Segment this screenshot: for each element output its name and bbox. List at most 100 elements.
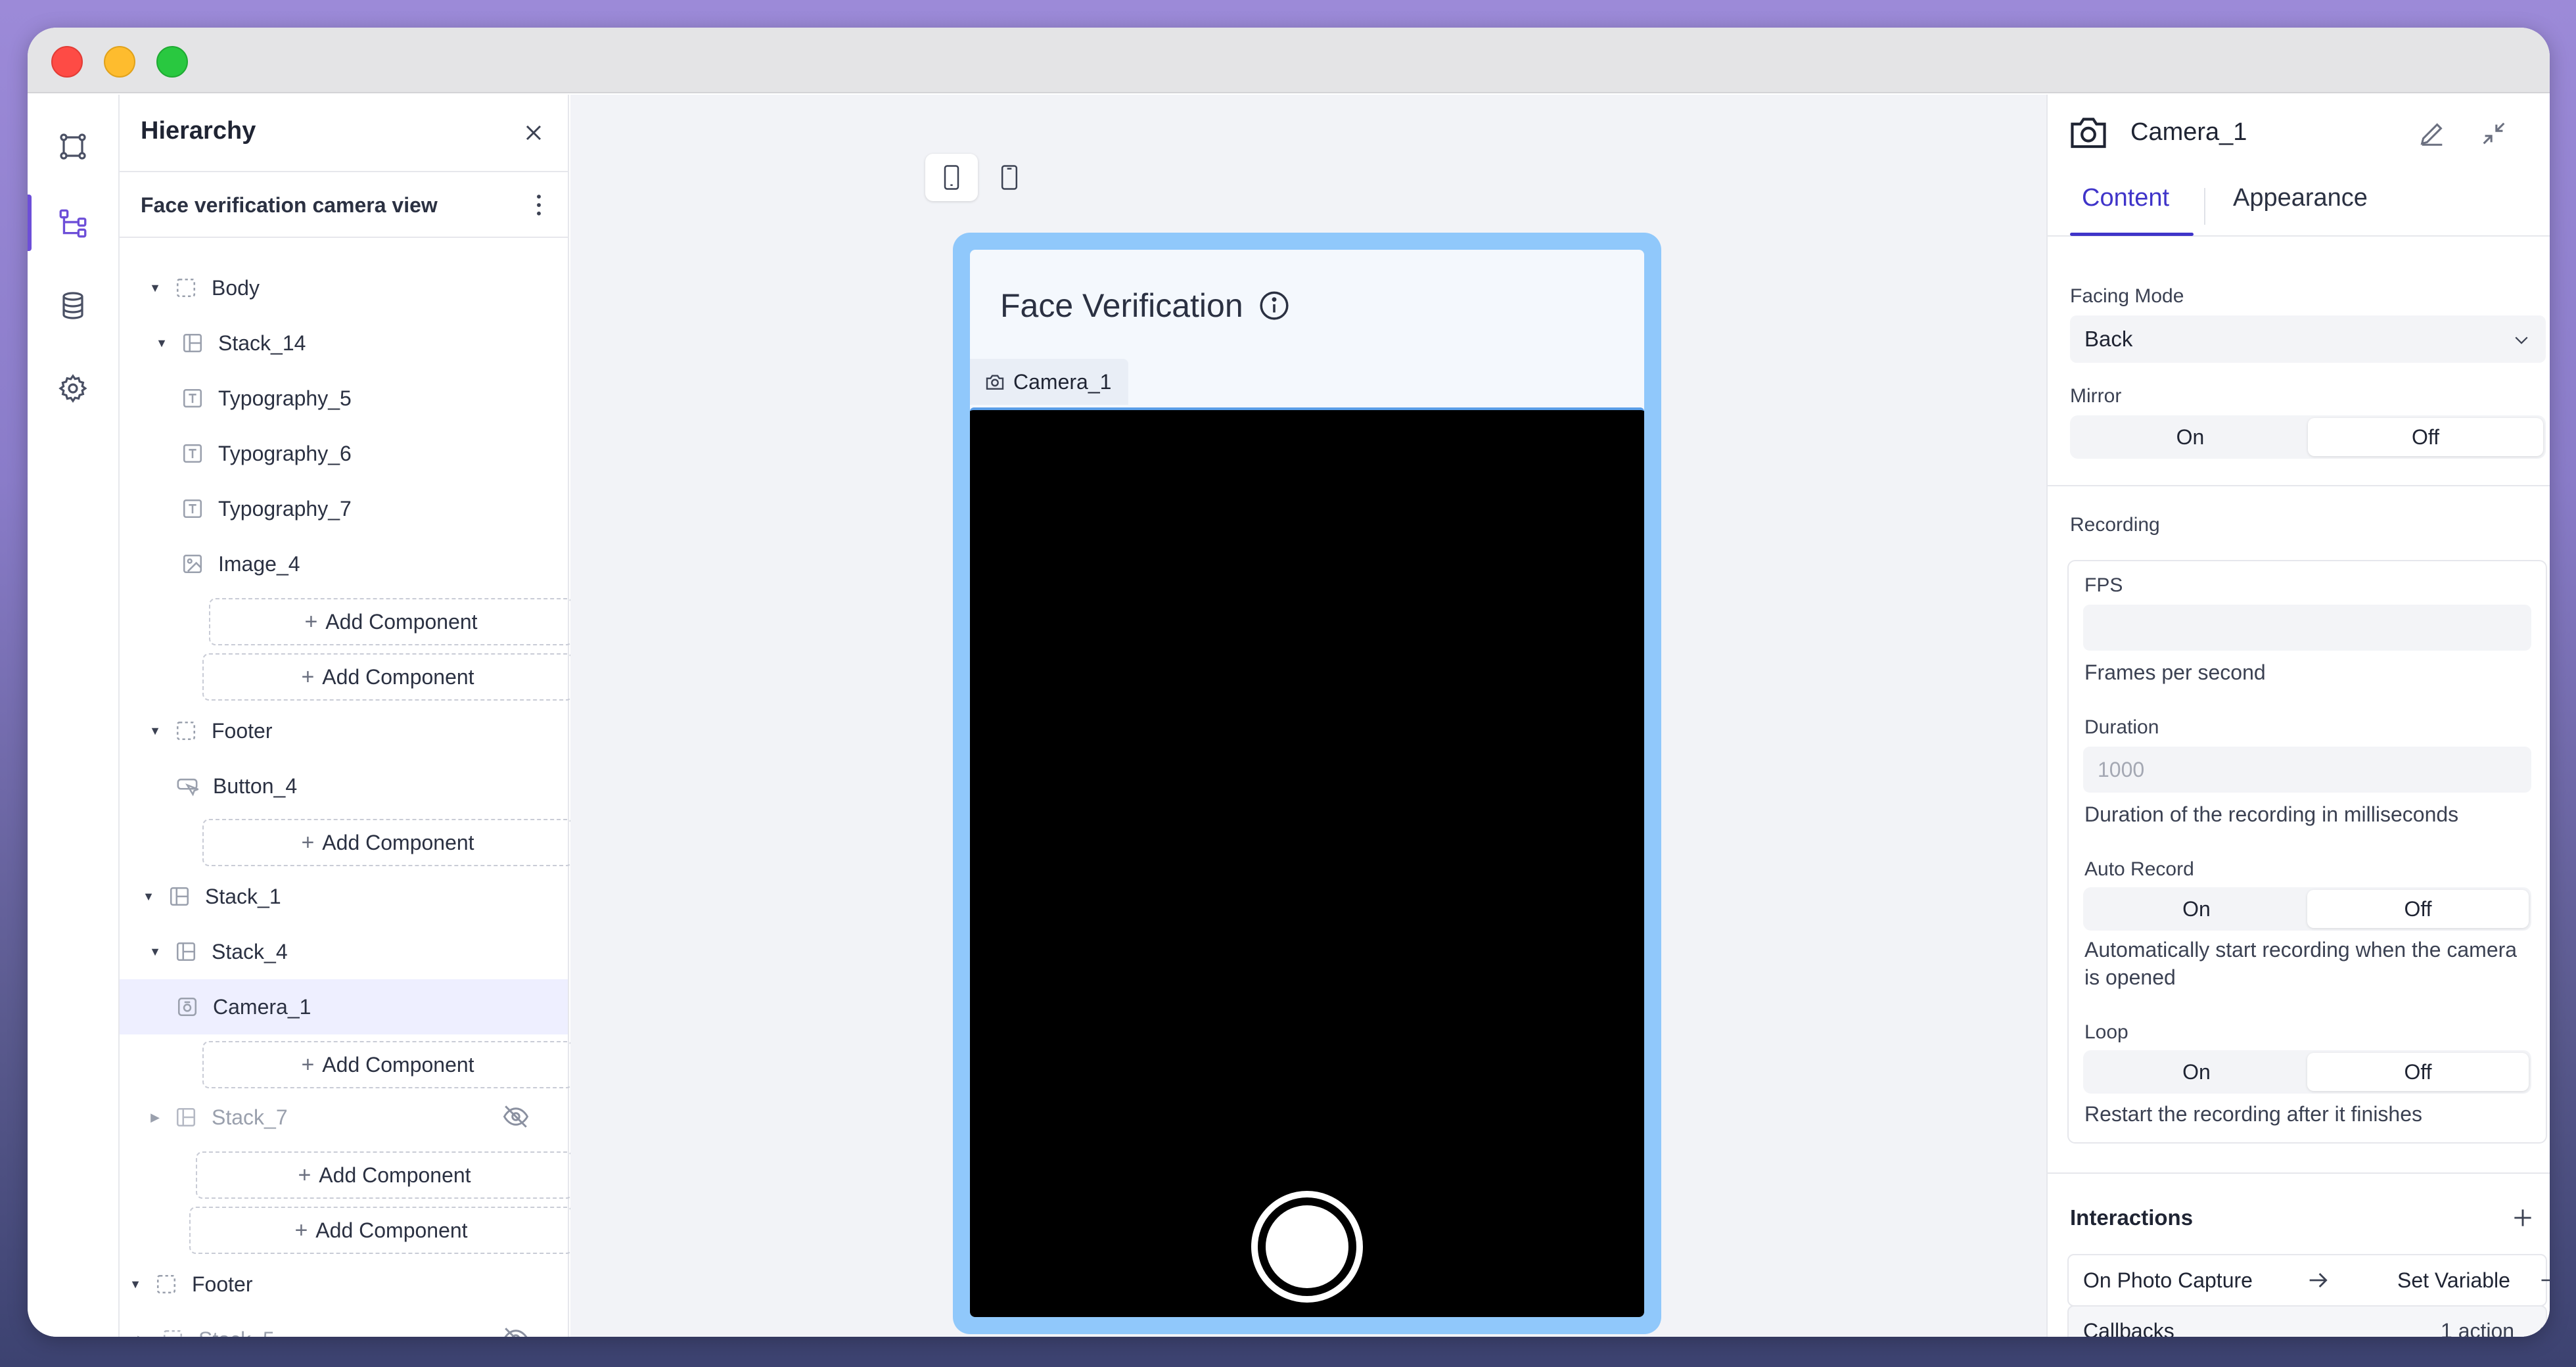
- icon-rail: [28, 95, 120, 1337]
- interaction-row[interactable]: On Photo Capture Set Variable: [2067, 1254, 2550, 1307]
- tab-divider: [2204, 188, 2205, 225]
- close-icon[interactable]: [520, 120, 547, 146]
- shutter-button[interactable]: [1251, 1191, 1363, 1303]
- plus-icon: +: [301, 1052, 315, 1077]
- tree-node-stack-5[interactable]: ▶ Stack_5: [120, 1312, 568, 1337]
- divider: [2048, 1172, 2550, 1174]
- close-window-button[interactable]: [51, 46, 83, 78]
- tree-node-stack-7[interactable]: ▶ Stack_7: [120, 1090, 568, 1145]
- interaction-action: Set Variable: [2397, 1268, 2510, 1292]
- tree-node-body[interactable]: ▼ Body: [120, 260, 568, 315]
- auto-record-off-option[interactable]: Off: [2307, 890, 2529, 928]
- button-cursor-icon: [175, 774, 200, 799]
- loop-label: Loop: [2084, 1021, 2128, 1043]
- loop-help-text: Restart the recording after it finishes: [2084, 1102, 2423, 1126]
- add-component-button[interactable]: + Add Component: [209, 598, 573, 645]
- add-interaction-plus-icon[interactable]: [2510, 1205, 2535, 1230]
- tab-appearance[interactable]: Appearance: [2233, 184, 2368, 212]
- screen-title[interactable]: Face Verification: [1000, 287, 1291, 325]
- plus-icon: +: [304, 609, 318, 634]
- phone-preview: Face Verification Camera_1: [953, 233, 1661, 1334]
- tablet-device-button[interactable]: [983, 154, 1036, 201]
- add-component-button[interactable]: + Add Component: [189, 1207, 573, 1254]
- divider: [2048, 485, 2550, 486]
- tree-node-label: Camera_1: [213, 994, 311, 1019]
- duration-label: Duration: [2084, 716, 2159, 738]
- tree-node-image-4[interactable]: Image_4: [120, 536, 568, 591]
- loop-off-option[interactable]: Off: [2307, 1053, 2529, 1091]
- minimize-window-button[interactable]: [104, 46, 135, 78]
- tree-node-label: Typography_5: [218, 386, 352, 410]
- component-tag[interactable]: Camera_1: [970, 359, 1129, 405]
- chevron-down-icon[interactable]: [2537, 1320, 2550, 1337]
- caret-down-icon[interactable]: ▼: [149, 724, 162, 737]
- info-icon[interactable]: [1258, 289, 1291, 322]
- tree-node-footer-2[interactable]: ▼ Footer: [120, 1257, 568, 1312]
- caret-right-icon[interactable]: ▶: [135, 1333, 149, 1337]
- add-component-button[interactable]: + Add Component: [202, 1041, 573, 1088]
- image-icon: [180, 551, 205, 576]
- tree-node-typography-7[interactable]: Typography_7: [120, 481, 568, 536]
- phone-screen: Face Verification Camera_1: [970, 250, 1644, 1317]
- mirror-on-option[interactable]: On: [2073, 418, 2308, 456]
- tree-node-stack-14[interactable]: ▼ Stack_14: [120, 315, 568, 371]
- caret-down-icon[interactable]: ▼: [129, 1278, 142, 1291]
- settings-gear-icon[interactable]: [53, 368, 93, 409]
- edit-pencil-icon[interactable]: [2417, 118, 2447, 149]
- fps-input[interactable]: [2083, 605, 2531, 651]
- add-component-button[interactable]: + Add Component: [202, 819, 573, 866]
- callbacks-count: 1 action: [2441, 1318, 2515, 1337]
- tree-node-typography-6[interactable]: Typography_6: [120, 426, 568, 481]
- loop-on-option[interactable]: On: [2086, 1053, 2307, 1091]
- caret-right-icon[interactable]: ▶: [149, 1111, 162, 1124]
- screen-name: Face verification camera view: [141, 193, 438, 217]
- plus-icon: +: [301, 664, 315, 689]
- properties-panel: Camera_1 Content Appearance Facing Mode …: [2046, 95, 2550, 1337]
- hierarchy-tree-icon[interactable]: [53, 202, 93, 243]
- caret-down-icon[interactable]: ▼: [149, 281, 162, 294]
- tree-node-camera-1[interactable]: Camera_1: [120, 979, 568, 1034]
- more-vertical-icon[interactable]: [534, 191, 544, 220]
- properties-header: Camera_1: [2048, 95, 2550, 164]
- mobile-device-button[interactable]: [925, 154, 978, 201]
- camera-icon: [2069, 114, 2108, 150]
- dashed-frame-icon: [173, 275, 198, 300]
- tree-node-label: Button_4: [213, 774, 298, 798]
- camera-viewfinder[interactable]: [970, 407, 1644, 1317]
- remove-minus-icon[interactable]: [2537, 1267, 2550, 1299]
- eye-off-icon[interactable]: [502, 1103, 530, 1130]
- tree-node-stack-1[interactable]: ▼ Stack_1: [120, 869, 568, 924]
- caret-down-icon[interactable]: ▼: [142, 890, 155, 903]
- collapse-arrows-icon[interactable]: [2479, 118, 2509, 149]
- design-canvas[interactable]: Face Verification Camera_1: [570, 95, 2046, 1337]
- add-component-button[interactable]: + Add Component: [196, 1151, 573, 1199]
- tree-node-stack-4[interactable]: ▼ Stack_4: [120, 924, 568, 979]
- tree-node-footer[interactable]: ▼ Footer: [120, 703, 568, 758]
- tree-node-label: Footer: [192, 1272, 253, 1296]
- screen-title-text: Face Verification: [1000, 287, 1243, 324]
- layout-grid-icon: [167, 884, 192, 909]
- mirror-off-option[interactable]: Off: [2308, 418, 2543, 456]
- screen-selector[interactable]: Face verification camera view: [120, 172, 568, 238]
- database-icon[interactable]: [53, 285, 93, 326]
- frame-icon[interactable]: [53, 126, 93, 167]
- tab-content[interactable]: Content: [2082, 184, 2169, 212]
- plus-icon: +: [294, 1217, 308, 1243]
- tree-node-typography-5[interactable]: Typography_5: [120, 371, 568, 426]
- maximize-window-button[interactable]: [156, 46, 188, 78]
- tree-node-button-4[interactable]: Button_4: [120, 758, 568, 814]
- hierarchy-header: Hierarchy: [120, 95, 568, 172]
- interaction-event: On Photo Capture: [2083, 1268, 2253, 1292]
- caret-down-icon[interactable]: ▼: [155, 336, 168, 350]
- facing-mode-select[interactable]: Back: [2070, 315, 2546, 363]
- callbacks-row[interactable]: Callbacks 1 action: [2067, 1305, 2550, 1337]
- auto-record-on-option[interactable]: On: [2086, 890, 2307, 928]
- text-type-icon: [180, 386, 205, 411]
- plus-icon: +: [298, 1162, 311, 1188]
- component-name[interactable]: Camera_1: [2130, 118, 2247, 147]
- duration-input[interactable]: 1000: [2083, 747, 2531, 793]
- add-component-button[interactable]: + Add Component: [202, 653, 573, 701]
- eye-off-icon[interactable]: [502, 1325, 530, 1337]
- caret-down-icon[interactable]: ▼: [149, 945, 162, 958]
- recording-label: Recording: [2070, 514, 2160, 536]
